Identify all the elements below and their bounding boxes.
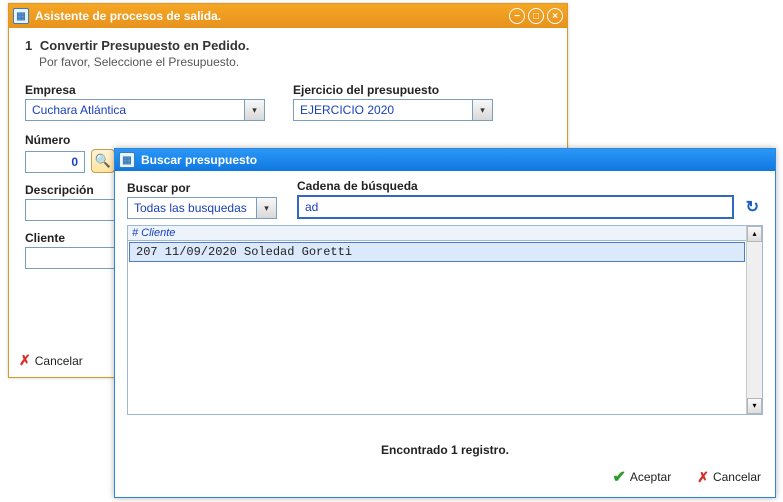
descripcion-label: Descripción — [25, 183, 121, 197]
cadena-input[interactable] — [297, 195, 734, 219]
cancel-label: Cancelar — [35, 354, 83, 368]
cancel-label: Cancelar — [713, 470, 761, 484]
cliente-label: Cliente — [25, 231, 121, 245]
search-window: ▦ Buscar presupuesto Buscar por Todas la… — [114, 148, 776, 498]
ejercicio-combo[interactable]: EJERCICIO 2020 ▾ — [293, 99, 493, 121]
accept-button[interactable]: ✔ Aceptar — [612, 467, 671, 487]
results-header[interactable]: # Cliente — [128, 226, 746, 241]
empresa-value: Cuchara Atlántica — [26, 103, 244, 117]
numero-input[interactable] — [25, 151, 85, 173]
list-item[interactable]: 207 11/09/2020 Soledad Goretti — [129, 242, 745, 262]
chevron-down-icon[interactable]: ▾ — [472, 100, 492, 120]
close-icon[interactable]: × — [547, 8, 563, 24]
app-icon: ▦ — [119, 152, 135, 168]
scroll-down-icon[interactable]: ▾ — [747, 398, 762, 414]
scrollbar[interactable]: ▴ ▾ — [746, 226, 762, 414]
chevron-down-icon[interactable]: ▾ — [256, 198, 276, 218]
app-icon: ▦ — [13, 8, 29, 24]
cancel-button[interactable]: ✗ Cancelar — [697, 467, 761, 487]
step-number: 1 — [25, 38, 32, 53]
cadena-label: Cadena de búsqueda — [297, 179, 763, 193]
check-icon: ✔ — [612, 467, 625, 487]
step-heading: 1 Convertir Presupuesto en Pedido. — [25, 38, 551, 53]
chevron-down-icon[interactable]: ▾ — [244, 100, 264, 120]
results-list: # Cliente 207 11/09/2020 Soledad Goretti… — [127, 225, 763, 415]
ejercicio-value: EJERCICIO 2020 — [294, 103, 472, 117]
empresa-label: Empresa — [25, 83, 265, 97]
scroll-track[interactable] — [747, 242, 762, 398]
cancel-button[interactable]: ✗ Cancelar — [19, 352, 83, 369]
search-titlebar[interactable]: ▦ Buscar presupuesto — [115, 149, 775, 171]
minimize-icon[interactable]: − — [509, 8, 525, 24]
buscar-por-combo[interactable]: Todas las busquedas ▾ — [127, 197, 277, 219]
status-text: Encontrado 1 registro. — [127, 443, 763, 457]
empresa-combo[interactable]: Cuchara Atlántica ▾ — [25, 99, 265, 121]
step-title: Convertir Presupuesto en Pedido. — [40, 38, 250, 53]
accept-label: Aceptar — [630, 470, 671, 484]
x-icon: ✗ — [19, 352, 31, 369]
search-title: Buscar presupuesto — [141, 153, 257, 167]
buscar-por-value: Todas las busquedas — [128, 201, 256, 215]
descripcion-input[interactable] — [25, 199, 121, 221]
refresh-icon[interactable]: ↻ — [742, 197, 763, 217]
cliente-input[interactable] — [25, 247, 121, 269]
buscar-por-label: Buscar por — [127, 181, 277, 195]
x-icon: ✗ — [697, 469, 709, 486]
wizard-titlebar[interactable]: ▦ Asistente de procesos de salida. − □ × — [9, 4, 567, 28]
step-subtitle: Por favor, Seleccione el Presupuesto. — [39, 55, 551, 69]
maximize-icon[interactable]: □ — [528, 8, 544, 24]
wizard-title: Asistente de procesos de salida. — [35, 9, 221, 23]
search-icon[interactable]: 🔍 — [91, 149, 115, 173]
scroll-up-icon[interactable]: ▴ — [747, 226, 762, 242]
ejercicio-label: Ejercicio del presupuesto — [293, 83, 493, 97]
numero-label: Número — [25, 133, 551, 147]
